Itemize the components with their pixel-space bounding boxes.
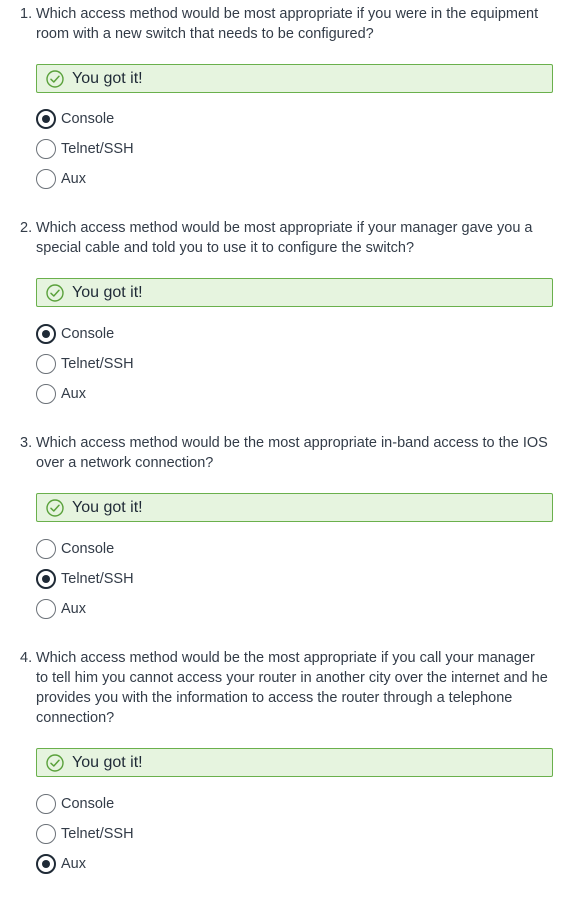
question-number: 3.: [20, 435, 33, 451]
option-aux[interactable]: Aux: [36, 168, 86, 190]
option-aux[interactable]: Aux: [36, 598, 86, 620]
question-number: 2.: [20, 220, 33, 236]
radio-button[interactable]: [36, 324, 56, 344]
question-prompt: 4. Which access method would be the most…: [20, 648, 550, 728]
correct-feedback: You got it!: [36, 748, 553, 777]
check-circle-icon: [46, 283, 64, 302]
question-1: 1. Which access method would be most app…: [20, 4, 553, 189]
question-text: Which access method would be the most ap…: [36, 650, 548, 726]
option-label: Aux: [61, 171, 86, 187]
question-prompt: 2. Which access method would be most app…: [20, 218, 550, 258]
radio-button[interactable]: [36, 539, 56, 559]
question-2: 2. Which access method would be most app…: [20, 218, 553, 404]
radio-button[interactable]: [36, 569, 56, 589]
check-circle-icon: [46, 753, 64, 772]
radio-button[interactable]: [36, 794, 56, 814]
option-label: Console: [61, 111, 115, 127]
option-label: Console: [61, 326, 115, 342]
question-text: Which access method would be most approp…: [36, 6, 539, 42]
question-number: 1.: [20, 6, 33, 22]
question-4: 4. Which access method would be the most…: [20, 648, 553, 874]
correct-feedback: You got it!: [36, 493, 553, 522]
option-telnet-ssh[interactable]: Telnet/SSH: [36, 353, 134, 375]
option-console[interactable]: Console: [36, 538, 114, 560]
radio-button[interactable]: [36, 169, 56, 189]
option-label: Aux: [61, 386, 86, 402]
option-label: Telnet/SSH: [61, 826, 134, 842]
radio-button[interactable]: [36, 854, 56, 874]
check-circle-icon: [46, 69, 64, 88]
option-telnet-ssh[interactable]: Telnet/SSH: [36, 568, 134, 590]
option-telnet-ssh[interactable]: Telnet/SSH: [36, 823, 134, 845]
option-console[interactable]: Console: [36, 793, 114, 815]
question-text: Which access method would be the most ap…: [36, 435, 548, 471]
option-label: Console: [61, 796, 115, 812]
option-telnet-ssh[interactable]: Telnet/SSH: [36, 138, 134, 160]
radio-button[interactable]: [36, 139, 56, 159]
question-3: 3. Which access method would be the most…: [20, 433, 553, 619]
question-text: Which access method would be most approp…: [36, 220, 533, 256]
option-aux[interactable]: Aux: [36, 853, 86, 875]
option-label: Aux: [61, 856, 86, 872]
option-label: Telnet/SSH: [61, 141, 134, 157]
option-console[interactable]: Console: [36, 108, 114, 130]
option-console[interactable]: Console: [36, 323, 114, 345]
option-label: Telnet/SSH: [61, 356, 134, 372]
option-label: Console: [61, 541, 115, 557]
option-label: Aux: [61, 601, 86, 617]
radio-button[interactable]: [36, 824, 56, 844]
feedback-text: You got it!: [72, 498, 143, 516]
question-prompt: 1. Which access method would be most app…: [20, 4, 550, 44]
radio-button[interactable]: [36, 599, 56, 619]
radio-button[interactable]: [36, 109, 56, 129]
option-aux[interactable]: Aux: [36, 383, 86, 405]
correct-feedback: You got it!: [36, 278, 553, 307]
correct-feedback: You got it!: [36, 64, 553, 93]
feedback-text: You got it!: [72, 283, 143, 301]
check-circle-icon: [46, 498, 64, 517]
radio-button[interactable]: [36, 384, 56, 404]
option-label: Telnet/SSH: [61, 571, 134, 587]
feedback-text: You got it!: [72, 753, 143, 771]
feedback-text: You got it!: [72, 69, 143, 87]
question-number: 4.: [20, 650, 33, 666]
question-prompt: 3. Which access method would be the most…: [20, 433, 550, 473]
radio-button[interactable]: [36, 354, 56, 374]
